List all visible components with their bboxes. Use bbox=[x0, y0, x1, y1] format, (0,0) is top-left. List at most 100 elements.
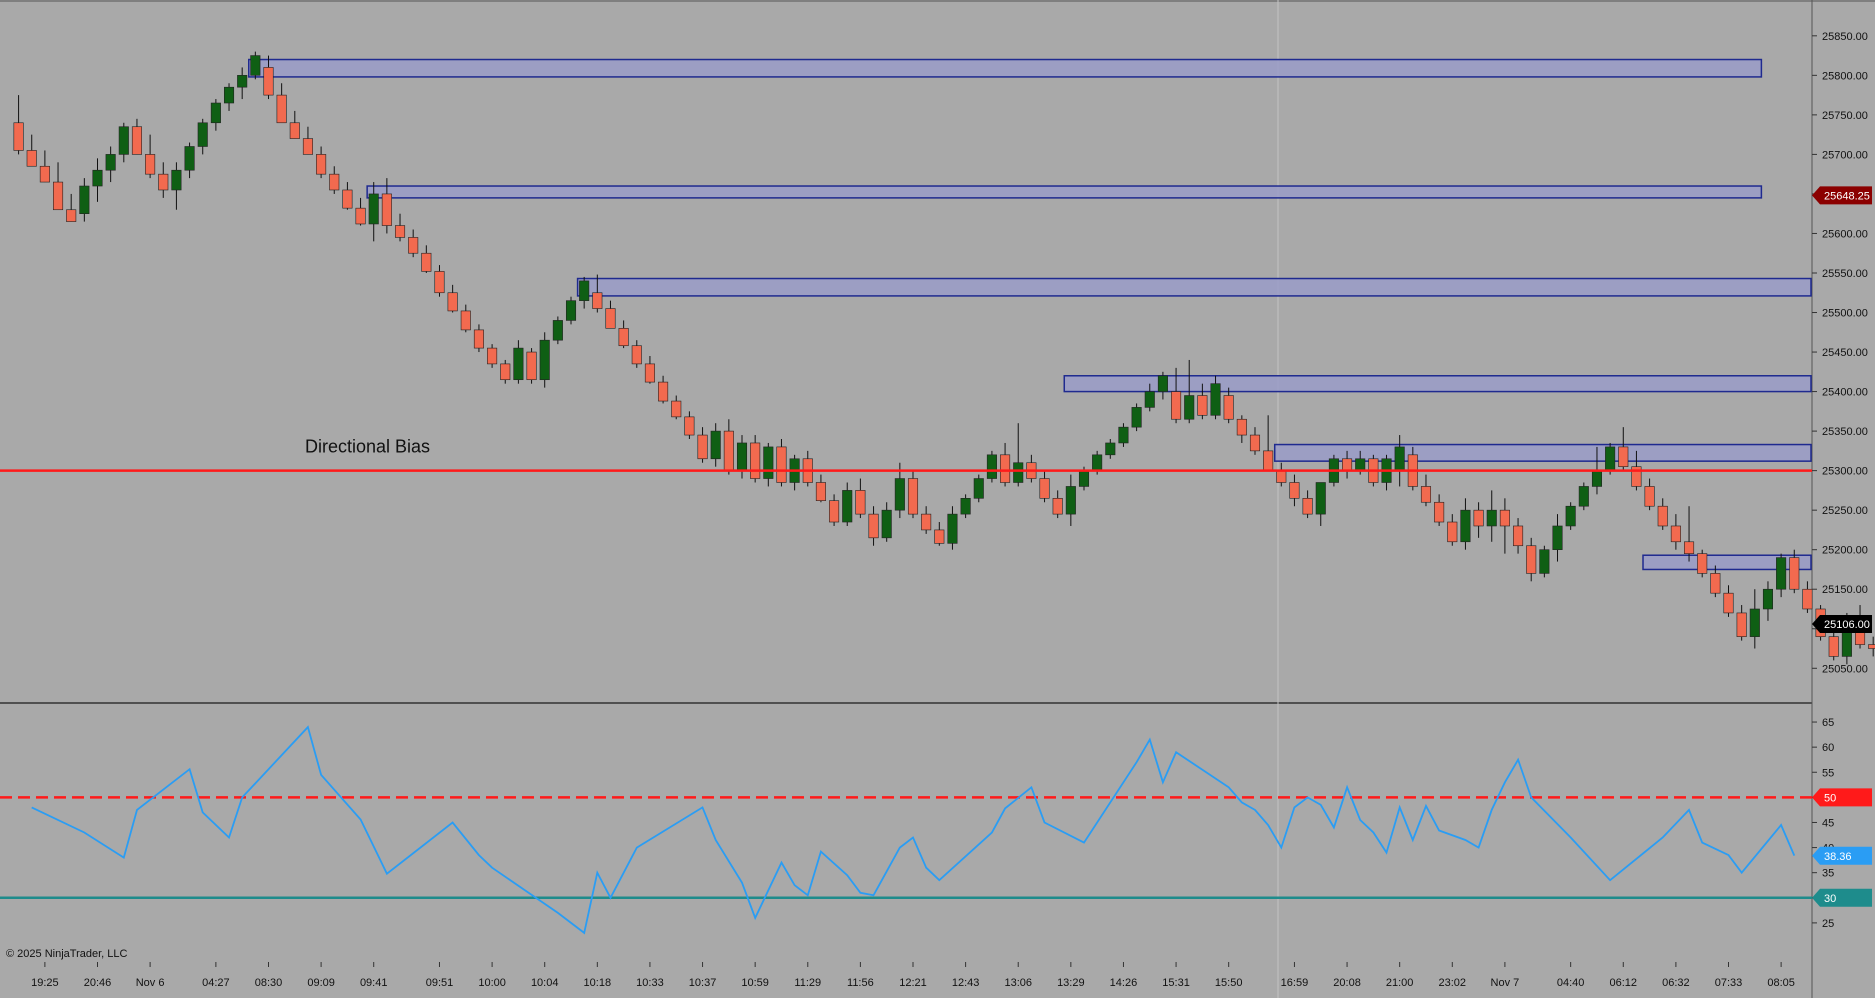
down-candle bbox=[66, 209, 77, 222]
up-candle bbox=[1565, 505, 1576, 527]
down-candle bbox=[592, 292, 603, 309]
up-candle bbox=[210, 102, 221, 124]
up-candle bbox=[1118, 426, 1129, 444]
down-candle bbox=[1618, 446, 1629, 467]
down-candle bbox=[1434, 501, 1445, 523]
time-axis-tick-label: 09:41 bbox=[360, 977, 388, 989]
time-axis-tick-label: 20:08 bbox=[1333, 977, 1361, 989]
rsi-axis-tick-label: 55 bbox=[1822, 767, 1834, 779]
down-candle bbox=[855, 490, 866, 515]
up-candle bbox=[973, 478, 984, 499]
up-candle bbox=[1605, 446, 1616, 471]
down-candle bbox=[1223, 395, 1234, 420]
up-candle bbox=[1157, 375, 1168, 392]
down-candle bbox=[447, 292, 458, 312]
up-candle bbox=[1394, 446, 1405, 471]
rsi-axis-tick-label: 35 bbox=[1822, 868, 1834, 880]
down-candle bbox=[618, 328, 629, 347]
down-candle bbox=[131, 126, 142, 155]
up-candle bbox=[736, 442, 748, 471]
down-candle bbox=[1447, 521, 1458, 543]
up-candle bbox=[539, 339, 550, 381]
up-candle bbox=[579, 280, 590, 301]
down-candle bbox=[907, 478, 919, 515]
down-candle bbox=[1868, 644, 1875, 649]
down-candle bbox=[53, 181, 64, 211]
time-axis-tick-label: 10:18 bbox=[584, 977, 612, 989]
price-axis-tick-label: 25400.00 bbox=[1822, 387, 1868, 399]
up-candle bbox=[1144, 391, 1155, 408]
price-axis-tick-label: 25850.00 bbox=[1822, 31, 1868, 43]
up-candle bbox=[1092, 454, 1103, 471]
down-candle bbox=[1710, 573, 1721, 594]
time-axis-tick-label: 04:40 bbox=[1557, 977, 1585, 989]
time-axis-tick-label: 14:26 bbox=[1110, 977, 1138, 989]
time-axis-tick-label: 19:25 bbox=[31, 977, 59, 989]
rsi-30-tag-text: 30 bbox=[1824, 893, 1836, 905]
down-candle bbox=[1236, 418, 1247, 436]
down-candle bbox=[263, 67, 274, 96]
down-candle bbox=[329, 173, 340, 191]
up-candle bbox=[1065, 486, 1076, 515]
up-candle bbox=[1355, 458, 1366, 471]
down-candle bbox=[868, 513, 879, 539]
time-axis-tick-label: 15:50 bbox=[1215, 977, 1243, 989]
down-candle bbox=[1657, 505, 1668, 527]
up-candle bbox=[842, 490, 853, 523]
indicator-panel-background bbox=[0, 705, 1875, 998]
rsi-axis-tick-label: 60 bbox=[1822, 742, 1834, 754]
down-candle bbox=[39, 165, 50, 183]
copyright-text: © 2025 NinjaTrader, LLC bbox=[6, 948, 127, 960]
rsi-50-tag: 50 bbox=[1812, 788, 1872, 807]
down-candle bbox=[1420, 486, 1432, 503]
rsi-last-value-tag-text: 38.36 bbox=[1824, 851, 1852, 863]
down-candle bbox=[487, 347, 498, 365]
supply-zone bbox=[366, 185, 1763, 199]
time-axis-tick-label: 06:12 bbox=[1610, 977, 1638, 989]
down-candle bbox=[1789, 557, 1800, 590]
up-candle bbox=[565, 300, 577, 321]
price-axis-tick-label: 25300.00 bbox=[1822, 466, 1868, 478]
rsi-last-value-tag: 38.36 bbox=[1812, 846, 1872, 865]
up-candle bbox=[1078, 470, 1090, 487]
price-axis-tick-label: 25200.00 bbox=[1822, 545, 1868, 557]
up-candle bbox=[184, 146, 195, 171]
down-candle bbox=[302, 138, 313, 155]
up-candle bbox=[79, 185, 90, 214]
time-axis-tick-label: 13:29 bbox=[1057, 977, 1085, 989]
up-candle bbox=[197, 122, 208, 147]
up-candle bbox=[1486, 509, 1497, 527]
up-candle bbox=[118, 126, 129, 155]
up-candle bbox=[710, 430, 721, 460]
time-axis-tick-label: 16:59 bbox=[1281, 977, 1309, 989]
up-candle bbox=[1315, 482, 1326, 515]
down-candle bbox=[1039, 478, 1050, 499]
down-candle bbox=[1723, 592, 1734, 614]
up-candle bbox=[105, 154, 116, 171]
down-candle bbox=[342, 189, 353, 209]
time-axis-tick-label: Nov 6 bbox=[136, 977, 165, 989]
up-candle bbox=[947, 513, 958, 544]
up-candle bbox=[1762, 588, 1773, 610]
down-candle bbox=[671, 400, 682, 418]
down-candle bbox=[1736, 612, 1747, 637]
rsi-50-tag-text: 50 bbox=[1824, 792, 1836, 804]
time-axis-tick-label: 06:32 bbox=[1662, 977, 1690, 989]
down-candle bbox=[1052, 498, 1063, 515]
time-axis-tick-label: 12:21 bbox=[899, 977, 927, 989]
down-candle bbox=[605, 308, 616, 329]
down-candle bbox=[697, 434, 708, 460]
time-axis-tick-label: 21:00 bbox=[1386, 977, 1414, 989]
up-candle bbox=[960, 498, 971, 515]
down-candle bbox=[526, 351, 537, 381]
down-candle bbox=[316, 154, 327, 175]
marked-price-tag-text: 25648.25 bbox=[1824, 190, 1870, 202]
up-candle bbox=[1552, 525, 1563, 550]
time-axis-tick-label: 12:43 bbox=[952, 977, 980, 989]
time-axis-tick-label: 15:31 bbox=[1162, 977, 1190, 989]
down-candle bbox=[684, 416, 695, 436]
down-candle bbox=[421, 252, 432, 272]
time-axis-tick-label: 08:30 bbox=[255, 977, 283, 989]
down-candle bbox=[776, 446, 787, 483]
down-candle bbox=[1249, 434, 1261, 452]
